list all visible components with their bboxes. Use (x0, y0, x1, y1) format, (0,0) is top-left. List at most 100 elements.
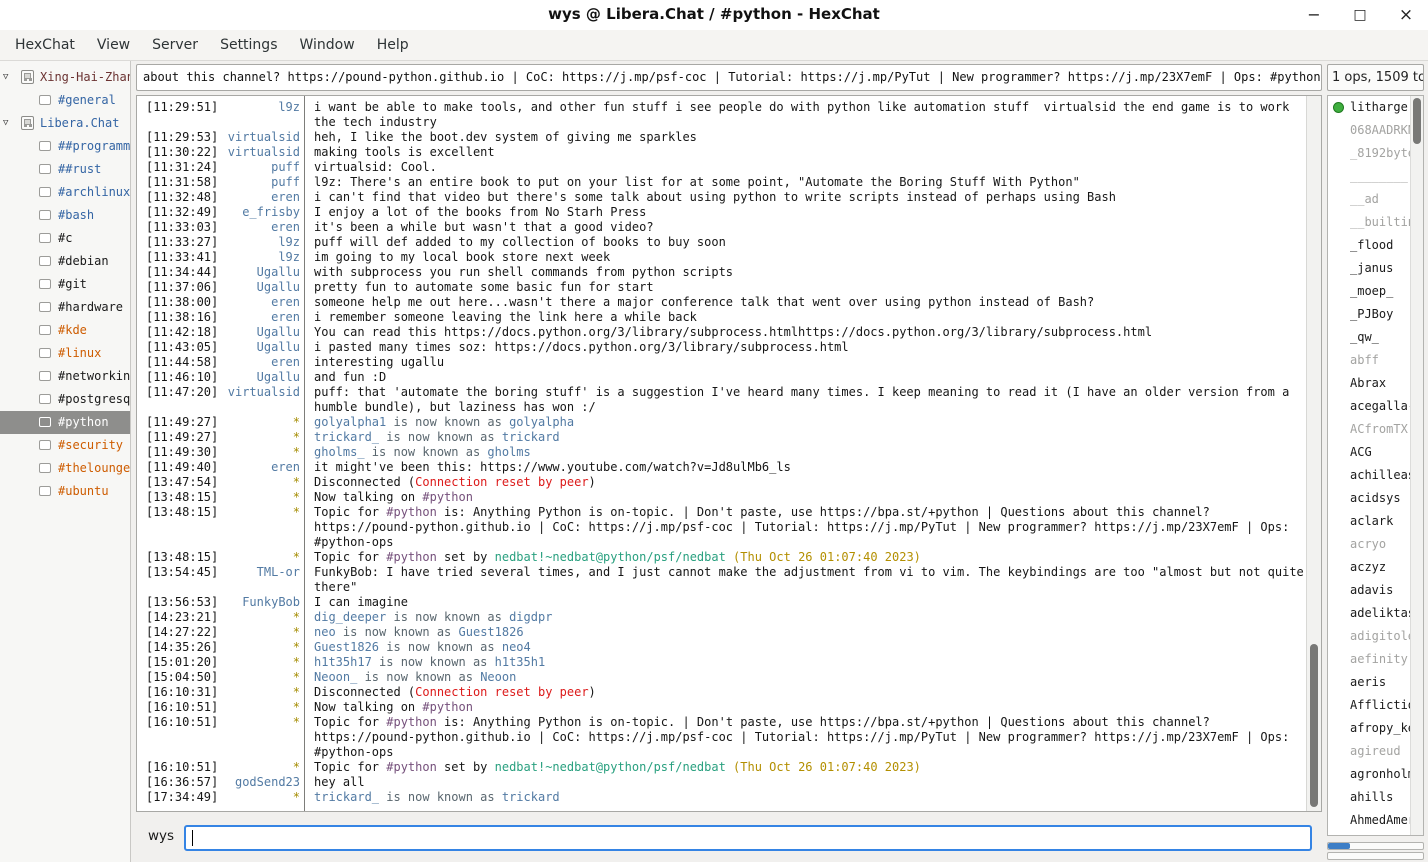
tree-item-hhardware[interactable]: #hardware (0, 296, 130, 319)
user-item[interactable]: ACfromTX (1328, 418, 1423, 441)
user-item[interactable]: acidsys (1328, 487, 1423, 510)
menu-settings[interactable]: Settings (209, 32, 288, 58)
user-item[interactable]: AhmedAmer (1328, 809, 1423, 832)
user-item[interactable]: _moep_ (1328, 280, 1423, 303)
user-item[interactable]: abff (1328, 349, 1423, 372)
user-nick: ahills (1350, 790, 1393, 804)
message-segment: heh, I like the boot.dev system of givin… (314, 130, 697, 144)
maximize-button[interactable]: □ (1346, 2, 1374, 28)
user-nick: agireud (1350, 744, 1401, 758)
tree-item-harchlinux[interactable]: #archlinux (0, 181, 130, 204)
chat-line: [11:46:10]Ugalluand fun :D (137, 370, 1307, 385)
message: Guest1826 is now known as neo4 (304, 640, 1307, 655)
user-item[interactable]: adeliktas (1328, 602, 1423, 625)
menu-view[interactable]: View (86, 32, 141, 58)
chat-scrollbar[interactable] (1306, 96, 1321, 811)
user-item[interactable]: agronholm (1328, 763, 1423, 786)
minimize-button[interactable]: − (1300, 2, 1328, 28)
user-item[interactable]: agireud (1328, 740, 1423, 763)
chat-scrollbar-thumb[interactable] (1310, 644, 1318, 807)
timestamp: [11:47:20] (137, 385, 218, 415)
tree-item-hhprogramming[interactable]: ##programming (0, 135, 130, 158)
user-item[interactable]: adavis (1328, 579, 1423, 602)
menu-help[interactable]: Help (366, 32, 420, 58)
user-item[interactable]: litharge (1328, 96, 1423, 119)
tree-item-hubuntu[interactable]: #ubuntu (0, 480, 130, 503)
tree-item-hpostgresql[interactable]: #postgresql (0, 388, 130, 411)
tree-item-hpython[interactable]: #python (0, 411, 130, 434)
tree-item-hsecurity[interactable]: #security (0, 434, 130, 457)
user-nick: _flood (1350, 238, 1393, 252)
user-item[interactable]: 068AADRKN (1328, 119, 1423, 142)
chat-line: [11:29:51]l9zi want be able to make tool… (137, 100, 1307, 130)
user-item[interactable]: _janus (1328, 257, 1423, 280)
menu-server[interactable]: Server (141, 32, 209, 58)
tree-item-hhrust[interactable]: ##rust (0, 158, 130, 181)
user-item[interactable]: _flood (1328, 234, 1423, 257)
user-item[interactable]: _8192byte (1328, 142, 1423, 165)
tree-item-hthelounge[interactable]: #thelounge (0, 457, 130, 480)
user-item[interactable]: achilleas (1328, 464, 1423, 487)
user-item[interactable]: aclark (1328, 510, 1423, 533)
user-item[interactable]: ahills (1328, 786, 1423, 809)
message: dig_deeper is now known as digdpr (304, 610, 1307, 625)
tree-item-xing-hai-zhan[interactable]: ▽Xing-Hai-Zhan (0, 66, 130, 89)
chat-line: [11:32:49]e_frisbyI enjoy a lot of the b… (137, 205, 1307, 220)
timestamp: [11:29:51] (137, 100, 218, 130)
message: gholms_ is now known as gholms (304, 445, 1307, 460)
chat-line: [11:49:40]erenit might've been this: htt… (137, 460, 1307, 475)
user-item[interactable]: _PJBoy (1328, 303, 1423, 326)
message: I enjoy a lot of the books from No Starh… (304, 205, 1307, 220)
user-item[interactable]: ________ (1328, 165, 1423, 188)
user-nick: Abrax (1350, 376, 1386, 390)
message-segment: Now talking on (314, 700, 422, 714)
message: trickard_ is now known as trickard (304, 430, 1307, 445)
channel-icon (39, 440, 51, 450)
server-tree: ▽Xing-Hai-Zhan#general▽Libera.Chat##prog… (0, 61, 131, 862)
topic-input[interactable]: about this channel? https://pound-python… (136, 64, 1322, 91)
channel-icon (39, 463, 51, 473)
close-button[interactable]: × (1392, 2, 1420, 28)
user-item[interactable]: aefinity (1328, 648, 1423, 671)
tree-item-label: ##programming (58, 135, 130, 158)
chat-line: [11:34:44]Ugalluwith subprocess you run … (137, 265, 1307, 280)
user-item[interactable]: __builtin (1328, 211, 1423, 234)
userlist-scrollbar[interactable] (1410, 96, 1423, 835)
tree-item-hnetworking[interactable]: #networking (0, 365, 130, 388)
user-item[interactable]: afropy_ke (1328, 717, 1423, 740)
tree-item-hgeneral[interactable]: #general (0, 89, 130, 112)
userlist-scrollbar-thumb[interactable] (1413, 98, 1421, 144)
user-item[interactable]: acryo (1328, 533, 1423, 556)
message-input[interactable] (184, 825, 1312, 851)
user-item[interactable]: Afflictio (1328, 694, 1423, 717)
chat-area: [11:29:51]l9zi want be able to make tool… (136, 95, 1322, 812)
user-nick: afropy_ke (1350, 721, 1415, 735)
user-item[interactable]: ACG (1328, 441, 1423, 464)
nick: Ugallu (218, 370, 300, 385)
user-item[interactable]: aczyz (1328, 556, 1423, 579)
chat-line: [16:10:51]*Now talking on #python (137, 700, 1307, 715)
user-item[interactable]: Abrax (1328, 372, 1423, 395)
user-nick: __ad (1350, 192, 1379, 206)
user-item[interactable]: aeris (1328, 671, 1423, 694)
tree-item-hlinux[interactable]: #linux (0, 342, 130, 365)
user-item[interactable]: adigitole (1328, 625, 1423, 648)
message: neo is now known as Guest1826 (304, 625, 1307, 640)
tree-item-libera.chat[interactable]: ▽Libera.Chat (0, 112, 130, 135)
menu-hexchat[interactable]: HexChat (4, 32, 86, 58)
chat-line: [11:38:00]erensomeone help me out here..… (137, 295, 1307, 310)
tree-item-hgit[interactable]: #git (0, 273, 130, 296)
tree-item-hc[interactable]: #c (0, 227, 130, 250)
menu-window[interactable]: Window (288, 32, 365, 58)
user-item[interactable]: acegalla- (1328, 395, 1423, 418)
message-segment: interesting ugallu (314, 355, 444, 369)
tree-item-hbash[interactable]: #bash (0, 204, 130, 227)
tree-item-hdebian[interactable]: #debian (0, 250, 130, 273)
message: heh, I like the boot.dev system of givin… (304, 130, 1307, 145)
event-marker: * (218, 445, 300, 460)
expander-icon[interactable]: ▽ (3, 112, 15, 135)
user-item[interactable]: __ad (1328, 188, 1423, 211)
expander-icon[interactable]: ▽ (3, 66, 15, 89)
user-item[interactable]: _qw_ (1328, 326, 1423, 349)
tree-item-hkde[interactable]: #kde (0, 319, 130, 342)
